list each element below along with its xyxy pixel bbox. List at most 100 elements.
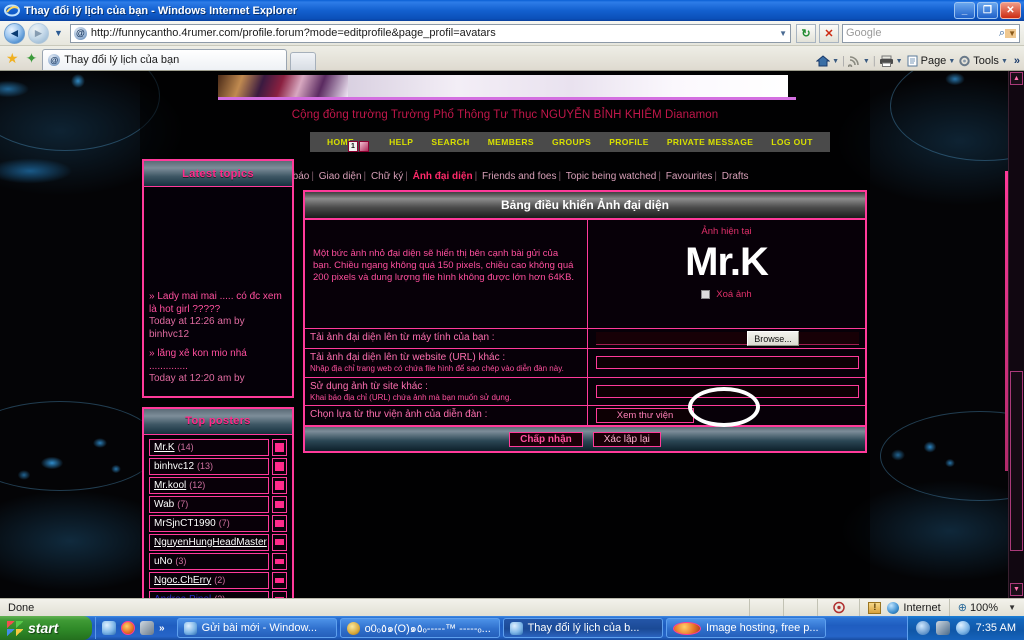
top-poster-name-cell[interactable]: MrSjnCT1990 (7) — [149, 514, 269, 532]
top-poster-name[interactable]: NguyenHungHeadMaster — [154, 537, 267, 548]
nav-item-help[interactable]: HELP — [363, 137, 422, 147]
top-poster-name[interactable]: Mr.kool — [154, 480, 186, 491]
sublink-giao-dien[interactable]: Giao diện — [319, 171, 362, 182]
search-provider-dropdown-icon[interactable]: ▼ — [1005, 28, 1016, 38]
top-poster-name-cell[interactable]: uNo (3) — [149, 552, 269, 570]
search-input[interactable]: Google — [846, 27, 999, 39]
sublink-drafts[interactable]: Drafts — [722, 171, 749, 182]
message-count-badge[interactable]: 1 — [348, 141, 358, 152]
add-to-favorites-icon[interactable]: ✦ — [24, 50, 40, 70]
url-input[interactable] — [596, 356, 859, 370]
top-poster-name[interactable]: Mr.K — [154, 442, 175, 453]
browser-tab[interactable]: @ Thay đổi lý lịch của bạn — [42, 49, 288, 70]
security-zone[interactable]: Internet — [859, 599, 948, 616]
top-poster-name[interactable]: MrSjnCT1990 — [154, 518, 216, 529]
top-poster-name[interactable]: binhvc12 — [154, 461, 194, 472]
scroll-thumb[interactable] — [1010, 371, 1023, 551]
taskbar-window-button[interactable]: o0ₒ٥๑(O)๑٥ₒ-----™ -----ₒ... — [339, 618, 500, 638]
top-poster-name-cell[interactable]: binhvc12 (13) — [149, 457, 269, 475]
tray-network-icon[interactable] — [935, 621, 950, 635]
search-box[interactable]: Google ⌕ ▼ — [842, 23, 1020, 43]
page-scrollbar[interactable]: ▲ ▼ — [1008, 71, 1024, 598]
topic-title[interactable]: » lăng xê kon mio nhá .............. — [149, 348, 287, 373]
nav-item-profile[interactable]: PROFILE — [600, 137, 658, 147]
topic-title[interactable]: » Lady mai mai ..... có đc xem là hot gi… — [149, 291, 287, 316]
remote-url-input[interactable] — [596, 384, 859, 398]
remote-image-control-cell — [588, 378, 865, 406]
nav-item-groups[interactable]: GROUPS — [543, 137, 600, 147]
list-item[interactable]: » lăng xê kon mio nhá .............. Tod… — [149, 348, 287, 386]
chevron-down-icon[interactable]: ▼ — [832, 58, 839, 65]
nav-item-members[interactable]: MEMBERS — [479, 137, 543, 147]
reset-button[interactable]: Xác lập lại — [592, 431, 661, 447]
top-poster-name-cell[interactable]: Mr.kool (12) — [149, 476, 269, 494]
chevron-down-icon[interactable]: ▼ — [863, 58, 870, 65]
back-button[interactable]: ◄ — [4, 22, 25, 44]
windows-taskbar: start » Gửi bài mới - Window... o0ₒ٥๑(O)๑… — [0, 616, 1024, 640]
taskbar-window-label: o0ₒ٥๑(O)๑٥ₒ-----™ -----ₒ... — [364, 623, 491, 635]
taskbar-window-button[interactable]: Image hosting, free p... — [665, 618, 826, 638]
zoom-control[interactable]: ⊕ 100% ▼ — [948, 599, 1024, 616]
stop-button[interactable]: ✕ — [819, 23, 839, 43]
quicklaunch-firefox-icon[interactable] — [121, 621, 135, 635]
avatar-thumb-badge[interactable] — [359, 141, 369, 152]
taskbar-window-button[interactable]: Gửi bài mới - Window... — [176, 618, 337, 638]
chevron-down-icon[interactable]: ▼ — [779, 29, 787, 38]
avatar-description-text: Một bức ảnh nhỏ đại diện sẽ hiển thị bên… — [313, 248, 575, 283]
chevron-down-icon[interactable]: ▼ — [948, 58, 955, 65]
refresh-button[interactable]: ↻ — [796, 23, 816, 43]
view-gallery-button[interactable]: Xem thư viện — [596, 408, 694, 423]
quicklaunch-app-icon[interactable] — [140, 621, 154, 635]
tray-show-hidden-icon[interactable] — [915, 621, 930, 635]
quicklaunch-overflow-icon[interactable]: » — [159, 623, 165, 634]
tray-app-icon[interactable] — [955, 621, 970, 635]
nav-item-search[interactable]: SEARCH — [422, 137, 478, 147]
delete-avatar-checkbox[interactable] — [701, 290, 711, 299]
address-bar[interactable]: @ http://funnycantho.4rumer.com/profile.… — [69, 23, 791, 43]
chevron-down-icon[interactable]: ▼ — [998, 603, 1016, 612]
start-button[interactable]: start — [0, 616, 92, 640]
close-button[interactable]: ✕ — [1000, 2, 1021, 19]
tools-menu-button[interactable]: Tools ▼ — [958, 55, 1008, 67]
forward-button[interactable]: ► — [28, 22, 49, 44]
phishing-filter-icon[interactable] — [817, 599, 859, 616]
sublink-friends-and-foes[interactable]: Friends and foes — [482, 171, 557, 182]
quicklaunch-ie-icon[interactable] — [102, 621, 116, 635]
scroll-up-button[interactable]: ▲ — [1010, 72, 1023, 85]
minimize-button[interactable]: _ — [954, 2, 975, 19]
history-dropdown-icon[interactable]: ▼ — [52, 28, 65, 38]
file-path-input[interactable] — [596, 332, 859, 345]
sublink-favourites[interactable]: Favourites — [666, 171, 713, 182]
maximize-button[interactable]: ❐ — [977, 2, 998, 19]
browse-button[interactable]: Browse... — [747, 331, 799, 346]
top-poster-name-cell[interactable]: Ngoc.ChErry (2) — [149, 571, 269, 589]
delete-avatar-row[interactable]: Xoá ảnh — [701, 289, 752, 300]
top-poster-name[interactable]: Ngoc.ChErry — [154, 575, 211, 586]
sublink-chu-ky[interactable]: Chữ ký — [371, 171, 403, 182]
nav-item-private-message[interactable]: PRIVATE MESSAGE — [658, 137, 762, 147]
top-poster-name-cell[interactable]: Andrea Pinol(2) — [149, 590, 269, 598]
top-poster-name-cell[interactable]: Mr.K (14) — [149, 438, 269, 456]
sublink-anh-dai-dien[interactable]: Ảnh đại diện — [413, 171, 473, 182]
list-item[interactable]: » Lady mai mai ..... có đc xem là hot gi… — [149, 291, 287, 341]
top-poster-name-cell[interactable]: NguyenHungHeadMaster(4) — [149, 533, 269, 551]
feeds-button[interactable]: ▼ — [847, 55, 870, 67]
chevron-down-icon[interactable]: ▼ — [1001, 58, 1008, 65]
top-poster-name[interactable]: uNo — [154, 556, 172, 567]
top-poster-name-cell[interactable]: Wab (7) — [149, 495, 269, 513]
top-poster-bar — [272, 457, 287, 475]
toolbar-overflow-icon[interactable]: » — [1011, 55, 1020, 67]
taskbar-window-button[interactable]: Thay đổi lý lịch của b... — [502, 618, 663, 638]
separator: | — [474, 171, 478, 182]
print-button[interactable]: ▼ — [879, 55, 903, 67]
new-tab-button[interactable] — [290, 52, 317, 70]
sublink-topic-being-watched[interactable]: Topic being watched — [566, 171, 657, 182]
page-menu-button[interactable]: Page ▼ — [906, 55, 955, 67]
top-poster-name[interactable]: Wab — [154, 499, 174, 510]
chevron-down-icon[interactable]: ▼ — [896, 58, 903, 65]
scroll-down-button[interactable]: ▼ — [1010, 583, 1023, 596]
nav-item-logout[interactable]: LOG OUT — [762, 137, 822, 147]
favorites-star-icon[interactable]: ★ — [4, 50, 21, 70]
home-button[interactable]: ▼ — [816, 55, 839, 67]
submit-button[interactable]: Chấp nhận — [509, 431, 583, 447]
